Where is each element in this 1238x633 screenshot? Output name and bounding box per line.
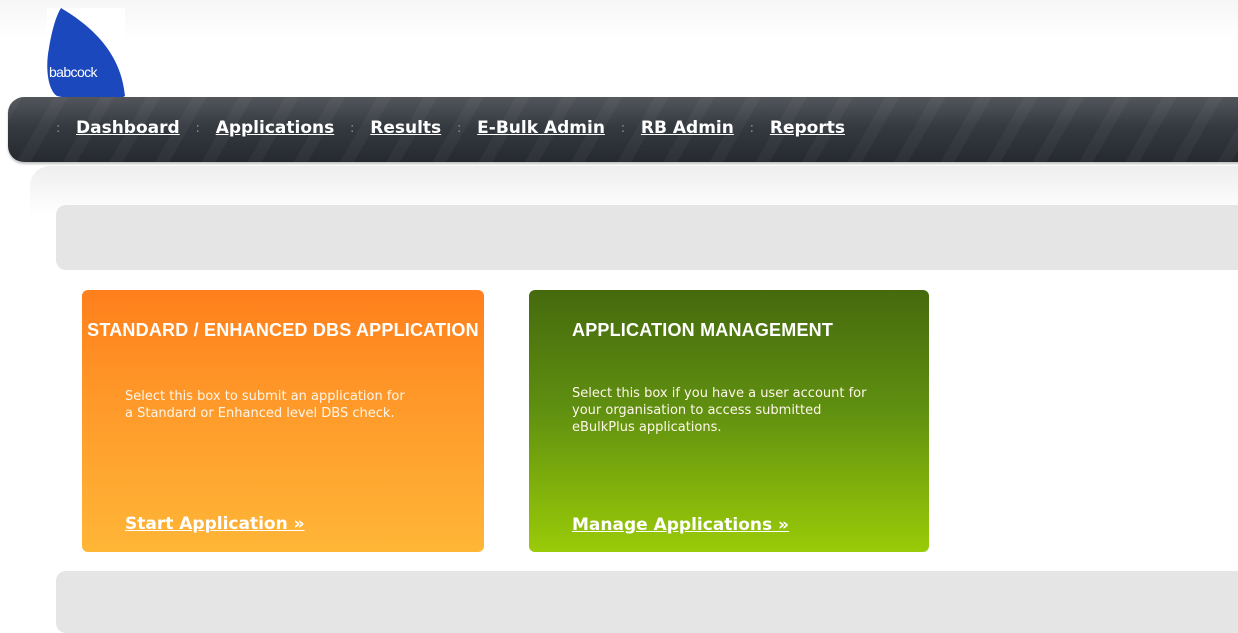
nav-separator: : bbox=[620, 120, 626, 136]
logo-text: babcock bbox=[49, 64, 98, 80]
nav-separator: : bbox=[56, 120, 61, 136]
card-description: Select this box if you have a user accou… bbox=[572, 386, 867, 435]
nav-e-bulk-admin[interactable]: E-Bulk Admin bbox=[477, 118, 605, 138]
nav-rb-admin[interactable]: RB Admin bbox=[641, 118, 734, 138]
bottom-info-bar bbox=[56, 571, 1238, 633]
nav-separator: : bbox=[749, 120, 755, 136]
application-management-card[interactable]: APPLICATION MANAGEMENT Select this box i… bbox=[529, 290, 929, 552]
nav-results[interactable]: Results bbox=[370, 118, 441, 138]
card-description: Select this box to submit an application… bbox=[125, 389, 405, 421]
manage-applications-link[interactable]: Manage Applications » bbox=[572, 515, 789, 535]
nav-separator: : bbox=[456, 120, 462, 136]
logo-shape bbox=[47, 8, 125, 102]
nav-separator: : bbox=[195, 120, 200, 136]
standard-enhanced-dbs-card[interactable]: STANDARD / ENHANCED DBS APPLICATION Sele… bbox=[82, 290, 484, 552]
nav-reports[interactable]: Reports bbox=[770, 118, 845, 138]
start-application-link[interactable]: Start Application » bbox=[125, 514, 305, 534]
page: babcock : Dashboard : Applications : Res… bbox=[0, 0, 1238, 633]
card-title: APPLICATION MANAGEMENT bbox=[572, 320, 834, 340]
babcock-logo[interactable]: babcock bbox=[47, 8, 125, 104]
card-title: STANDARD / ENHANCED DBS APPLICATION bbox=[87, 320, 479, 340]
nav-applications[interactable]: Applications bbox=[216, 118, 335, 138]
nav-dashboard[interactable]: Dashboard bbox=[76, 118, 180, 138]
main-nav: : Dashboard : Applications : Results : E… bbox=[8, 97, 1238, 162]
top-info-bar bbox=[56, 205, 1238, 270]
nav-separator: : bbox=[350, 120, 355, 136]
nav-items: : Dashboard : Applications : Results : E… bbox=[56, 118, 845, 138]
